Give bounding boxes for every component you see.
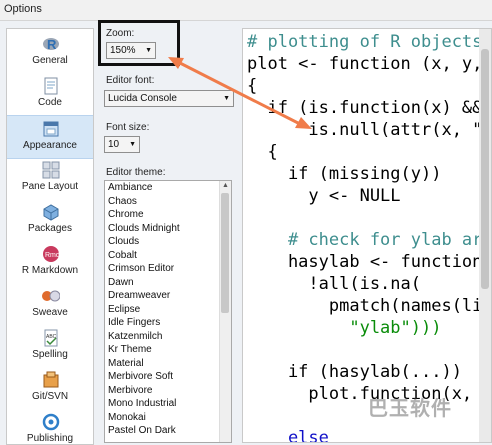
watermark-text: 巴玉软件 [368,398,452,420]
annotation-arrow [168,57,312,129]
